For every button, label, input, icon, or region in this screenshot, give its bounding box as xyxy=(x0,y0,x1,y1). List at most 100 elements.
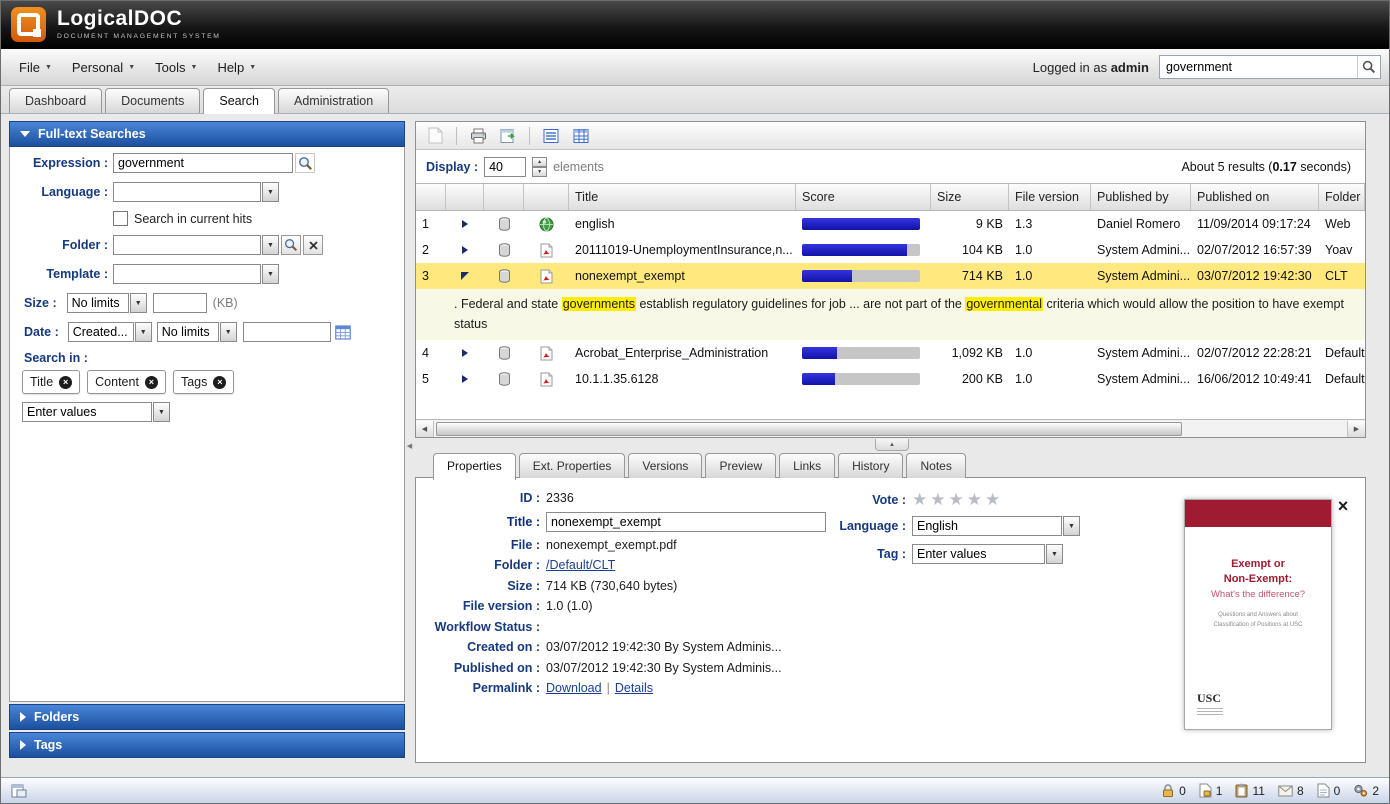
versions-button[interactable] xyxy=(484,237,524,263)
scrollbar-thumb[interactable] xyxy=(436,422,1182,436)
result-title[interactable]: nonexempt_exempt xyxy=(569,263,796,289)
document-thumbnail[interactable]: Exempt or Non-Exempt: What's the differe… xyxy=(1184,499,1332,730)
details-link[interactable]: Details xyxy=(615,681,653,695)
menu-tools[interactable]: Tools▼ xyxy=(145,55,207,80)
save-results-icon[interactable] xyxy=(426,127,444,145)
tab-documents[interactable]: Documents xyxy=(105,88,200,113)
checkout-docs-counter[interactable]: 1 xyxy=(1199,783,1223,798)
tab-administration[interactable]: Administration xyxy=(278,88,389,113)
tasks-counter[interactable]: 11 xyxy=(1235,783,1264,798)
result-row[interactable]: 2 20111019-UnemploymentInsurance,n... 10… xyxy=(416,237,1365,263)
download-link[interactable]: Download xyxy=(546,681,602,695)
expression-input[interactable] xyxy=(113,153,293,173)
col-versions[interactable] xyxy=(484,184,524,210)
locked-docs-counter[interactable]: 0 xyxy=(1161,783,1186,798)
scroll-right-icon[interactable]: ▶ xyxy=(1347,421,1365,437)
search-in-values-dropdown-button[interactable]: ▼ xyxy=(153,402,170,422)
tab-versions[interactable]: Versions xyxy=(628,453,702,478)
tag-dropdown-button[interactable]: ▼ xyxy=(1046,544,1063,564)
col-score[interactable]: Score xyxy=(796,184,931,210)
result-row-selected[interactable]: 3 nonexempt_exempt 714 KB 1.0 System Adm… xyxy=(416,263,1365,289)
versions-button[interactable] xyxy=(484,263,524,289)
result-title[interactable]: Acrobat_Enterprise_Administration xyxy=(569,340,796,366)
messages-counter[interactable]: 8 xyxy=(1278,784,1304,798)
expand-toggle[interactable] xyxy=(446,366,484,392)
expand-toggle[interactable] xyxy=(446,340,484,366)
display-count-stepper[interactable]: ▲ ▼ xyxy=(532,157,547,177)
versions-button[interactable] xyxy=(484,340,524,366)
calendar-icon[interactable] xyxy=(335,325,351,340)
fulltext-searches-header[interactable]: Full-text Searches xyxy=(9,121,405,147)
vote-stars[interactable]: ★★★★★ xyxy=(912,490,1003,510)
date-operator-input[interactable] xyxy=(157,322,219,342)
col-folder[interactable]: Folder xyxy=(1319,184,1365,210)
detail-panel-collapse-handle[interactable]: ▲ xyxy=(875,439,909,451)
col-filetype[interactable] xyxy=(524,184,569,210)
expand-toggle[interactable] xyxy=(446,237,484,263)
print-icon[interactable] xyxy=(469,127,487,145)
template-dropdown-button[interactable]: ▼ xyxy=(262,264,279,284)
tab-dashboard[interactable]: Dashboard xyxy=(9,88,102,113)
sidebar-splitter-handle[interactable]: ◀ xyxy=(405,433,414,459)
step-down-icon[interactable]: ▼ xyxy=(532,167,547,177)
language-dropdown-button[interactable]: ▼ xyxy=(1063,516,1080,536)
tab-history[interactable]: History xyxy=(838,453,903,478)
list-view-icon[interactable] xyxy=(542,127,560,145)
folder-clear-button[interactable] xyxy=(303,235,323,255)
folder-dropdown-button[interactable]: ▼ xyxy=(262,235,279,255)
run-search-button[interactable] xyxy=(295,153,315,173)
close-thumbnail-icon[interactable]: × xyxy=(1334,498,1352,516)
col-size[interactable]: Size xyxy=(931,184,1009,210)
tab-preview[interactable]: Preview xyxy=(705,453,776,478)
language-input[interactable] xyxy=(113,182,261,202)
result-row[interactable]: 1 english 9 KB 1.3 Daniel Romero 11/09/2… xyxy=(416,211,1365,237)
language-dropdown-button[interactable]: ▼ xyxy=(262,182,279,202)
size-operator-input[interactable] xyxy=(67,293,129,313)
search-current-hits-checkbox[interactable] xyxy=(113,211,128,226)
title-input[interactable] xyxy=(546,512,826,532)
export-icon[interactable] xyxy=(499,127,517,145)
menu-help[interactable]: Help▼ xyxy=(207,55,266,80)
sidebar-section-tags[interactable]: Tags xyxy=(9,732,405,758)
horizontal-scrollbar[interactable]: ◀ ▶ xyxy=(416,419,1365,437)
step-up-icon[interactable]: ▲ xyxy=(532,157,547,167)
remove-tags-pill-icon[interactable]: × xyxy=(213,376,226,389)
size-value-input[interactable] xyxy=(153,293,207,313)
tab-search[interactable]: Search xyxy=(203,88,275,114)
result-row[interactable]: 4 Acrobat_Enterprise_Administration 1,09… xyxy=(416,340,1365,366)
tab-links[interactable]: Links xyxy=(779,453,835,478)
sidebar-section-folders[interactable]: Folders xyxy=(9,704,405,730)
folder-search-button[interactable] xyxy=(281,235,301,255)
folder-link[interactable]: /Default/CLT xyxy=(546,558,615,572)
search-icon[interactable] xyxy=(1357,56,1380,78)
date-operator-dropdown-button[interactable]: ▼ xyxy=(220,322,237,342)
grid-view-icon[interactable] xyxy=(572,127,590,145)
display-count-input[interactable] xyxy=(484,157,526,177)
col-expand[interactable] xyxy=(446,184,484,210)
col-rownum[interactable] xyxy=(416,184,446,210)
size-operator-dropdown-button[interactable]: ▼ xyxy=(130,293,147,313)
date-field-dropdown-button[interactable]: ▼ xyxy=(135,322,152,342)
remove-title-pill-icon[interactable]: × xyxy=(59,376,72,389)
col-published-by[interactable]: Published by xyxy=(1091,184,1191,210)
result-row[interactable]: 5 10.1.1.35.6128 200 KB 1.0 System Admin… xyxy=(416,366,1365,392)
result-title[interactable]: 20111019-UnemploymentInsurance,n... xyxy=(569,237,796,263)
date-field-input[interactable] xyxy=(68,322,134,342)
folder-input[interactable] xyxy=(113,235,261,255)
col-title[interactable]: Title xyxy=(569,184,796,210)
result-title[interactable]: 10.1.1.35.6128 xyxy=(569,366,796,392)
tab-ext-properties[interactable]: Ext. Properties xyxy=(519,453,626,478)
workflow-counter[interactable]: 0 xyxy=(1317,783,1341,798)
template-input[interactable] xyxy=(113,264,261,284)
menu-personal[interactable]: Personal▼ xyxy=(62,55,145,80)
global-search-input[interactable] xyxy=(1160,60,1357,74)
expand-toggle[interactable] xyxy=(446,211,484,237)
remove-content-pill-icon[interactable]: × xyxy=(145,376,158,389)
tag-input[interactable] xyxy=(912,544,1045,564)
versions-button[interactable] xyxy=(484,366,524,392)
scroll-left-icon[interactable]: ◀ xyxy=(416,421,434,437)
search-in-values-input[interactable] xyxy=(22,402,152,422)
date-value-input[interactable] xyxy=(243,322,331,342)
result-title[interactable]: english xyxy=(569,211,796,237)
menu-file[interactable]: File▼ xyxy=(9,55,62,80)
